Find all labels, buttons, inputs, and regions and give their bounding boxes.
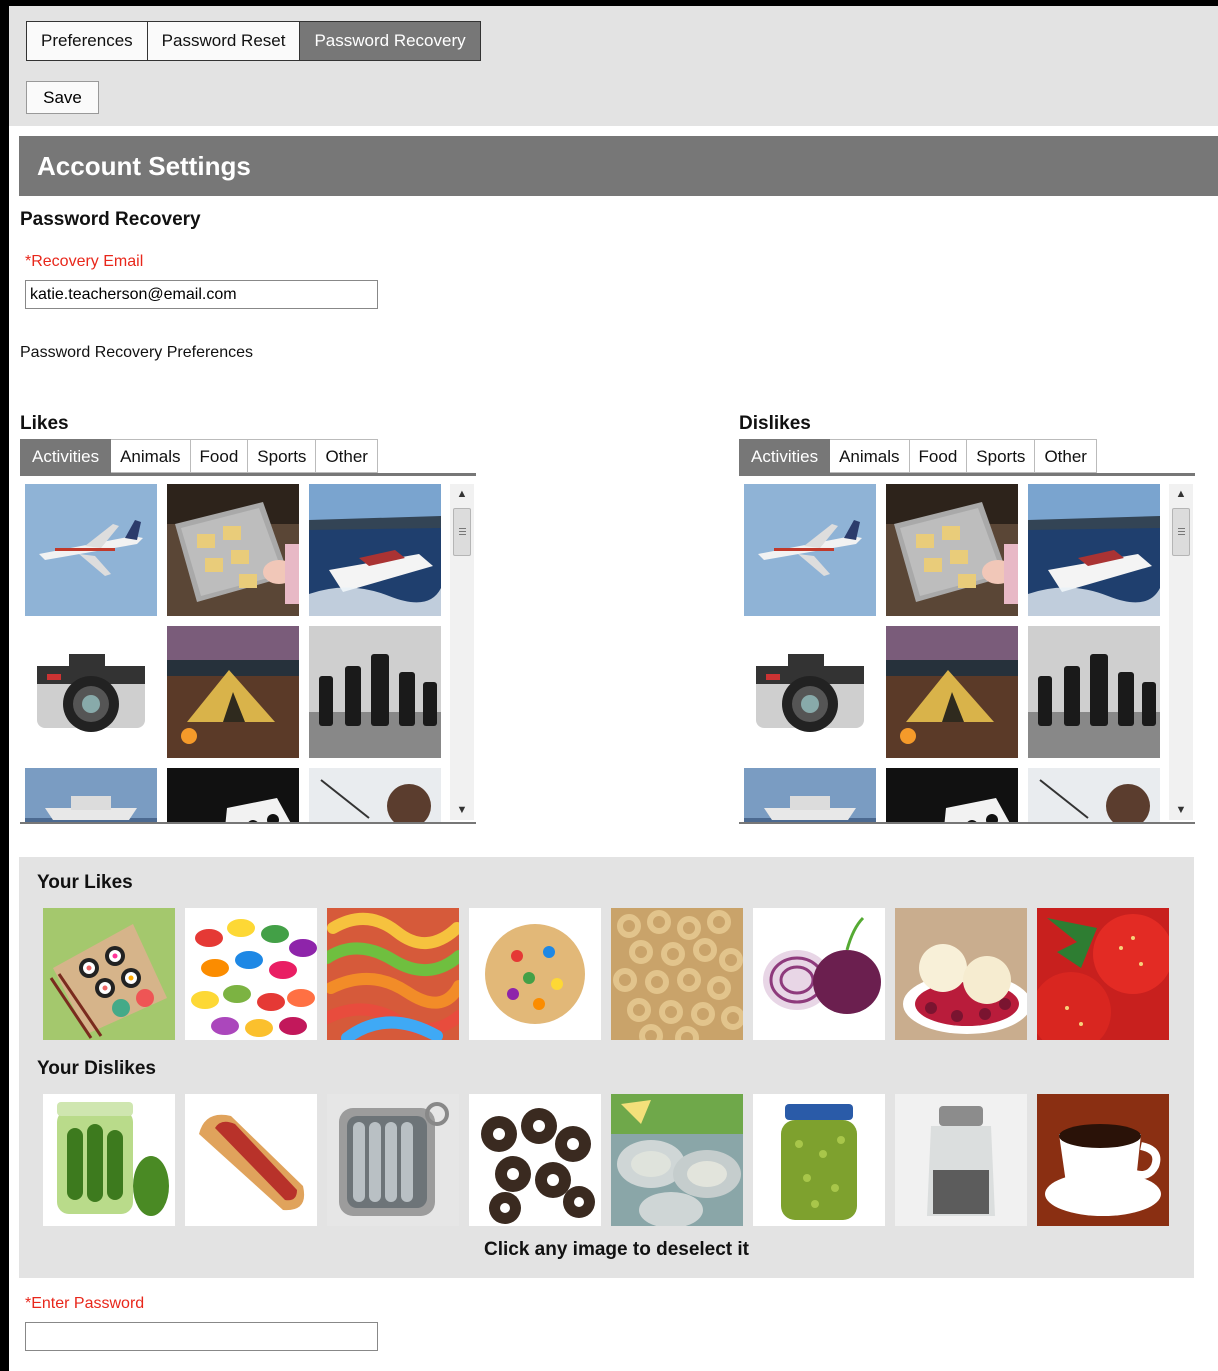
likes-tab-other[interactable]: Other: [316, 439, 378, 473]
dislikes-tab-activities[interactable]: Activities: [739, 439, 831, 473]
likes-tab-animals[interactable]: Animals: [111, 439, 191, 473]
likes-picker: Likes Activities Animals Food Sports Oth…: [20, 411, 476, 824]
baking-tray-image[interactable]: [886, 484, 1018, 616]
likes-scroll-thumb[interactable]: [453, 508, 471, 556]
dice-image[interactable]: [886, 768, 1018, 822]
oysters-image[interactable]: [611, 1094, 743, 1226]
deselect-hint: Click any image to deselect it: [483, 1239, 750, 1260]
section-title-password-recovery: Password Recovery: [20, 209, 201, 230]
dislikes-tab-animals[interactable]: Animals: [830, 439, 910, 473]
dislikes-tab-food[interactable]: Food: [909, 439, 968, 473]
top-toolbar: Preferences Password Reset Password Reco…: [9, 6, 1218, 126]
fishing-image[interactable]: [309, 768, 441, 822]
speedboat-image[interactable]: [309, 484, 441, 616]
red-onion-image[interactable]: [753, 908, 885, 1040]
cookie-image[interactable]: [469, 908, 601, 1040]
camera-image[interactable]: [744, 626, 876, 758]
scroll-down-arrow-icon[interactable]: ▼: [1169, 800, 1193, 820]
your-likes-images: [43, 908, 1169, 1040]
chess-pieces-image[interactable]: [1028, 626, 1160, 758]
dislikes-scrollbar[interactable]: ▲ ▼: [1169, 484, 1193, 820]
recovery-preferences-label: Password Recovery Preferences: [20, 344, 253, 361]
recovery-email-label: *Recovery Email: [25, 253, 144, 270]
dislikes-picker: Dislikes Activities Animals Food Sports …: [739, 411, 1195, 824]
tab-password-recovery[interactable]: Password Recovery: [300, 22, 480, 60]
cruise-ship-image[interactable]: [744, 768, 876, 822]
likes-category-tabs: Activities Animals Food Sports Other: [20, 439, 476, 473]
gummy-worms-image[interactable]: [327, 908, 459, 1040]
cruise-ship-image[interactable]: [25, 768, 157, 822]
password-input[interactable]: [25, 1322, 378, 1351]
dislikes-tab-sports[interactable]: Sports: [967, 439, 1036, 473]
dislikes-scroll-thumb[interactable]: [1172, 508, 1190, 556]
content-area: Preferences Password Reset Password Reco…: [9, 6, 1218, 1371]
likes-image-list: ▲ ▼: [20, 473, 476, 824]
dice-image[interactable]: [167, 768, 299, 822]
dislikes-tab-other[interactable]: Other: [1035, 439, 1097, 473]
coffee-cup-image[interactable]: [1037, 1094, 1169, 1226]
settings-tabs: Preferences Password Reset Password Reco…: [26, 21, 481, 61]
likes-tab-food[interactable]: Food: [190, 439, 249, 473]
your-dislikes-title: Your Dislikes: [37, 1058, 156, 1079]
likes-scrollbar[interactable]: ▲ ▼: [450, 484, 474, 820]
sushi-image[interactable]: [43, 908, 175, 1040]
likes-tab-sports[interactable]: Sports: [248, 439, 317, 473]
likes-picker-title: Likes: [20, 413, 69, 434]
likes-tab-activities[interactable]: Activities: [20, 439, 112, 473]
pickles-image[interactable]: [43, 1094, 175, 1226]
tent-campsite-image[interactable]: [886, 626, 1018, 758]
window-frame-left: [0, 0, 9, 1371]
black-olives-image[interactable]: [469, 1094, 601, 1226]
airplane-image[interactable]: [744, 484, 876, 616]
sardines-image[interactable]: [327, 1094, 459, 1226]
dislikes-image-list: ▲ ▼: [739, 473, 1195, 824]
dislikes-image-grid: [744, 484, 1164, 822]
fishing-image[interactable]: [1028, 768, 1160, 822]
tab-password-reset[interactable]: Password Reset: [147, 22, 301, 60]
tent-campsite-image[interactable]: [167, 626, 299, 758]
scroll-up-arrow-icon[interactable]: ▲: [1169, 484, 1193, 504]
save-button[interactable]: Save: [26, 81, 99, 114]
dislikes-picker-title: Dislikes: [739, 413, 811, 434]
tab-preferences[interactable]: Preferences: [27, 22, 148, 60]
hot-dog-image[interactable]: [185, 1094, 317, 1226]
cereal-rings-image[interactable]: [611, 908, 743, 1040]
scroll-down-arrow-icon[interactable]: ▼: [450, 800, 474, 820]
scroll-up-arrow-icon[interactable]: ▲: [450, 484, 474, 504]
selected-preferences-panel: Your Likes Your Dislikes Click any image…: [19, 857, 1194, 1278]
dislikes-category-tabs: Activities Animals Food Sports Other: [739, 439, 1195, 473]
your-dislikes-images: [43, 1094, 1169, 1226]
password-label: *Enter Password: [25, 1295, 145, 1312]
chess-pieces-image[interactable]: [309, 626, 441, 758]
likes-image-grid: [25, 484, 445, 822]
strawberries-image[interactable]: [1037, 908, 1169, 1040]
jelly-beans-image[interactable]: [185, 908, 317, 1040]
baking-tray-image[interactable]: [167, 484, 299, 616]
recovery-email-input[interactable]: [25, 280, 378, 309]
camera-image[interactable]: [25, 626, 157, 758]
ice-cream-image[interactable]: [895, 908, 1027, 1040]
your-likes-title: Your Likes: [37, 872, 133, 893]
airplane-image[interactable]: [25, 484, 157, 616]
relish-jar-image[interactable]: [753, 1094, 885, 1226]
pepper-shaker-image[interactable]: [895, 1094, 1027, 1226]
speedboat-image[interactable]: [1028, 484, 1160, 616]
page-title: Account Settings: [19, 136, 1218, 196]
